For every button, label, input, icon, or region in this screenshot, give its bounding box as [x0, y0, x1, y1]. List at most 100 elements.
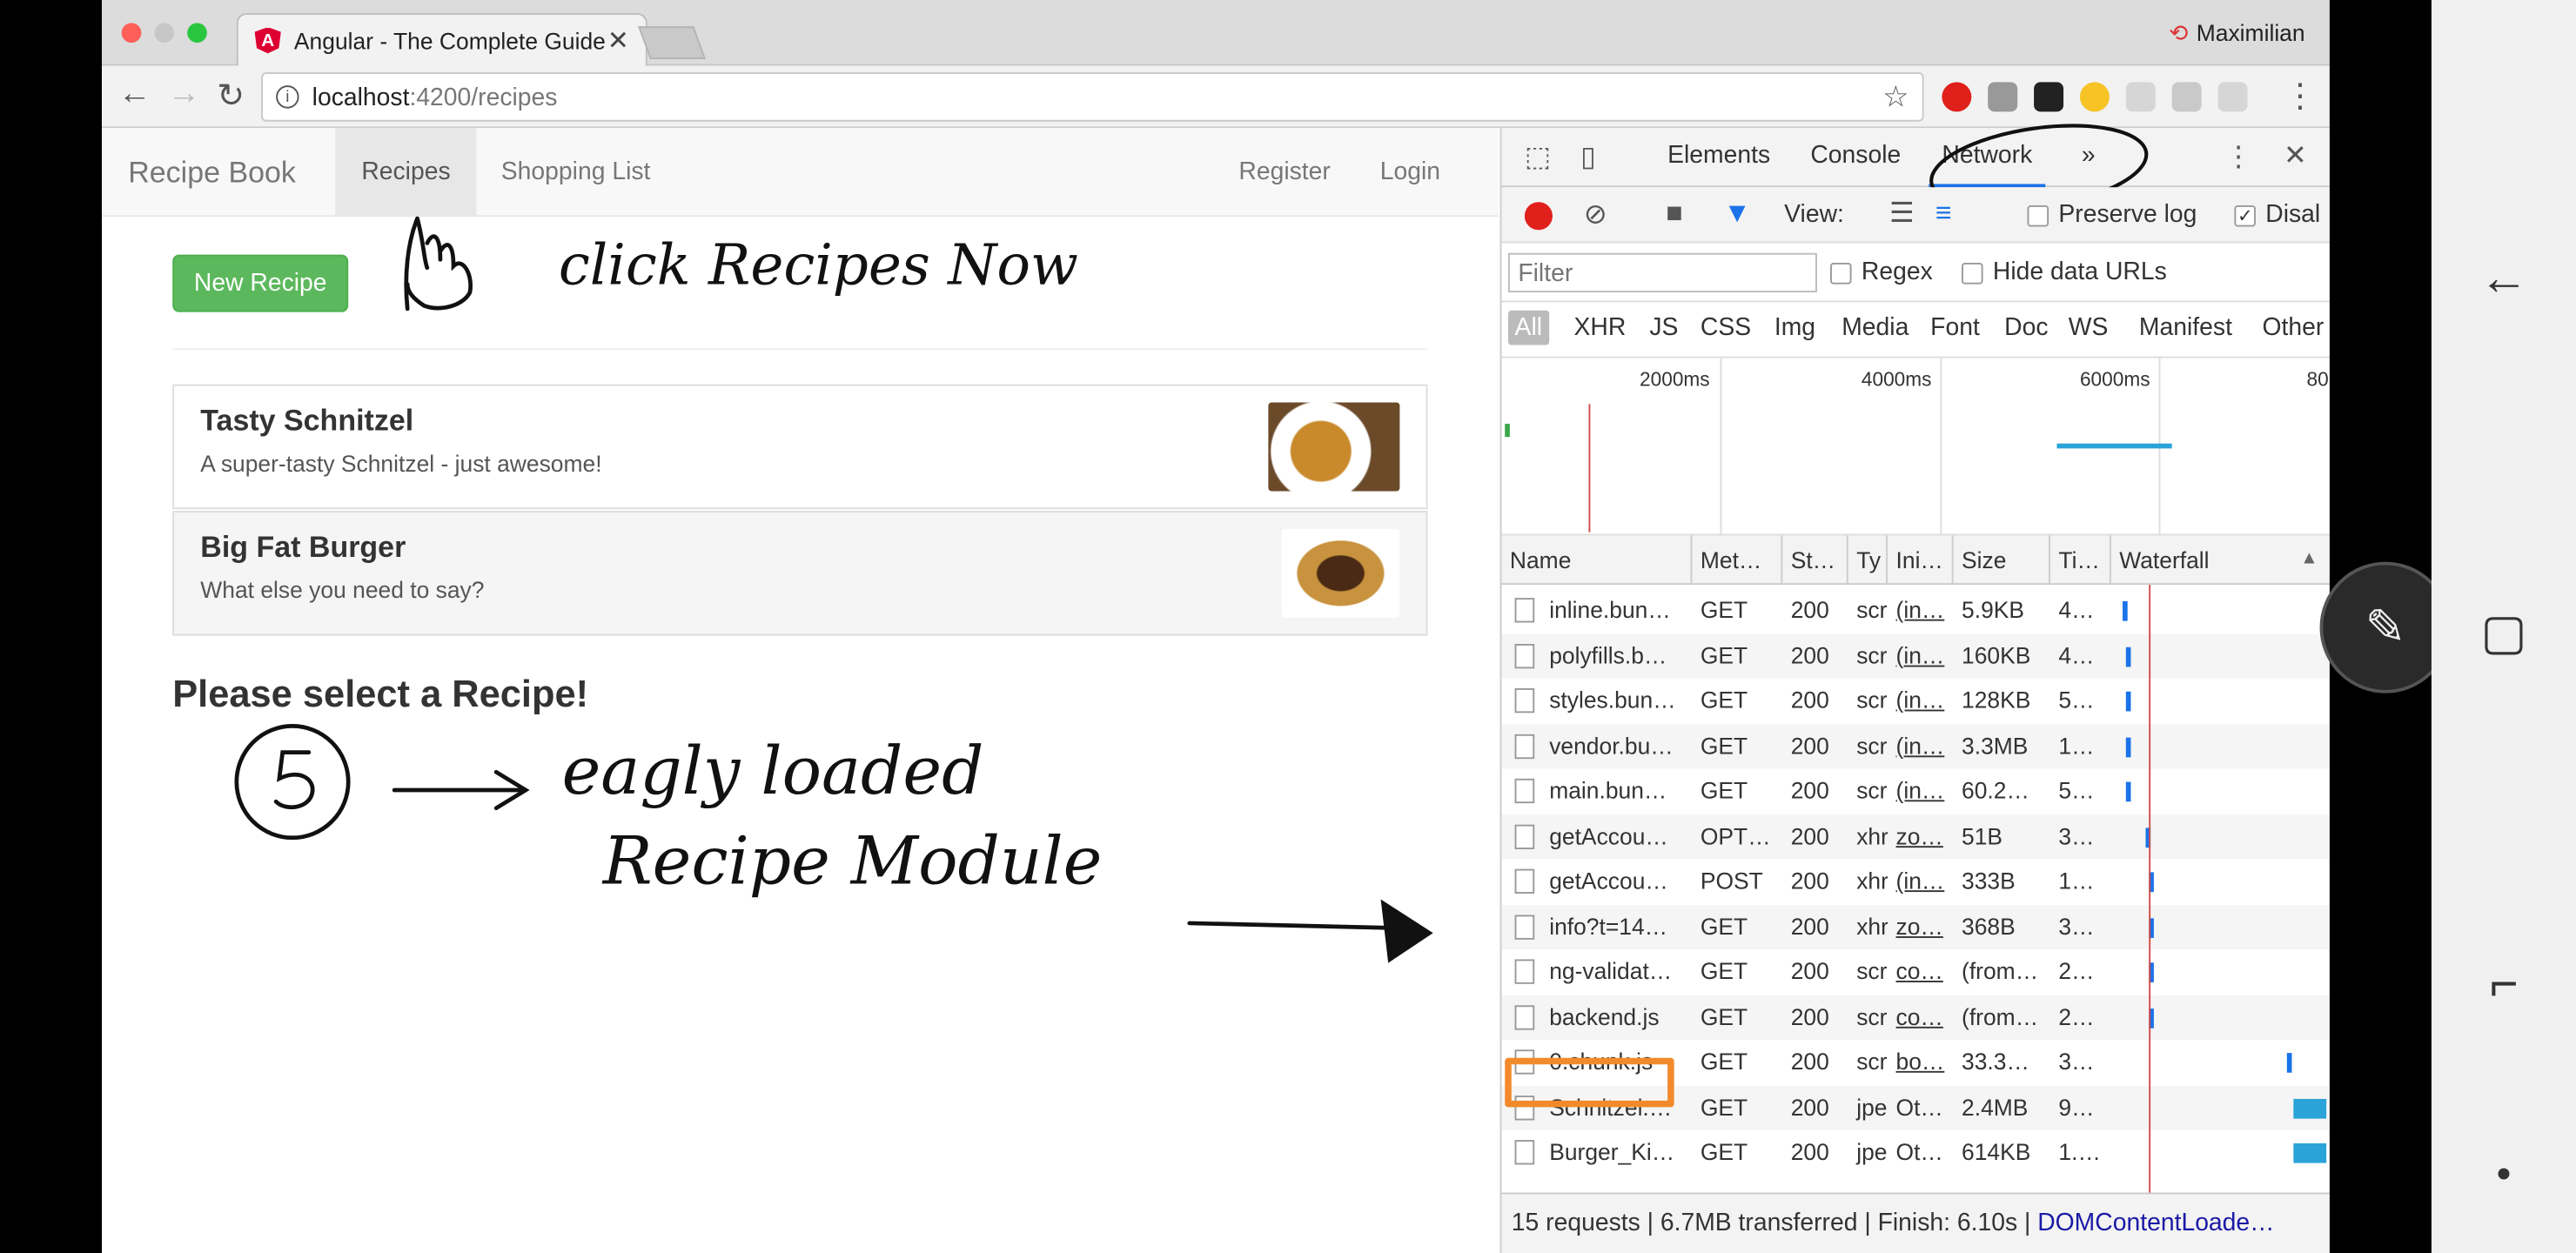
type-all[interactable]: All	[1508, 310, 1549, 345]
column-type[interactable]: Ty	[1848, 535, 1888, 586]
type-img[interactable]: Img	[1774, 314, 1815, 342]
type-xhr[interactable]: XHR	[1574, 314, 1627, 342]
type-manifest[interactable]: Manifest	[2139, 314, 2232, 342]
type-media[interactable]: Media	[1841, 314, 1909, 342]
jb-extension-icon[interactable]	[2034, 82, 2064, 112]
cell-status: 200	[1790, 912, 1829, 939]
devtools-menu-icon[interactable]: ⋮	[2224, 141, 2252, 174]
table-row[interactable]: backend.js GET 200 scr co… (from… 2…	[1501, 995, 2330, 1040]
type-doc[interactable]: Doc	[2004, 314, 2048, 342]
menu-kebab-icon[interactable]: ⋮	[2284, 76, 2317, 117]
inspect-element-icon[interactable]: ⬚	[1525, 141, 1551, 174]
recipe-item[interactable]: Tasty Schnitzel A super-tasty Schnitzel …	[172, 384, 1428, 510]
cell-status: 200	[1790, 776, 1829, 804]
browser-tab[interactable]: A Angular - The Complete Guide ✕	[236, 13, 647, 66]
table-row[interactable]: Burger_Ki… GET 200 jpe Ot… 614KB 1.…	[1501, 1130, 2329, 1176]
type-ws[interactable]: WS	[2069, 314, 2109, 342]
type-css[interactable]: CSS	[1701, 314, 1751, 342]
table-row[interactable]: inline.bun… GET 200 scr (in… 5.9KB 4…	[1501, 588, 2329, 633]
table-row[interactable]: ng-validat… GET 200 scr co… (from… 2…	[1501, 949, 2329, 995]
cell-method: GET	[1700, 1048, 1748, 1075]
reload-icon[interactable]: ↻	[217, 76, 245, 117]
address-bar[interactable]: i localhost:4200/recipes ☆	[261, 72, 1924, 122]
cell-type: xhr	[1856, 867, 1888, 894]
back-nav-icon[interactable]: ←	[2471, 246, 2537, 312]
column-method[interactable]: Met…	[1692, 535, 1783, 586]
moon-extension-icon[interactable]	[2079, 82, 2110, 112]
cell-type: scr	[1856, 957, 1888, 984]
table-row[interactable]: main.bun… GET 200 scr (in… 60.2… 5…	[1501, 768, 2329, 814]
table-row[interactable]: styles.bun… GET 200 scr (in… 128KB 5…	[1501, 679, 2329, 724]
large-rows-icon[interactable]: ☰	[1889, 198, 1915, 231]
regex-checkbox[interactable]: Regex	[1830, 258, 1933, 285]
record-icon[interactable]	[1524, 202, 1553, 231]
table-row[interactable]: getAccou… OPT… 200 xhr zo… 51B 3…	[1501, 814, 2330, 860]
recents-nav-icon[interactable]: ▢	[2471, 600, 2537, 666]
close-window-button[interactable]	[121, 23, 142, 44]
preserve-log-checkbox[interactable]: Preserve log	[2027, 200, 2197, 228]
recipe-image	[1268, 402, 1400, 492]
cell-status: 200	[1790, 1002, 1829, 1029]
cell-method: GET	[1700, 957, 1748, 984]
filter-input[interactable]	[1508, 252, 1817, 293]
opera-extension-icon[interactable]	[1942, 82, 1972, 112]
type-other[interactable]: Other	[2263, 314, 2324, 342]
close-devtools-icon[interactable]: ✕	[2284, 139, 2307, 172]
column-status[interactable]: St…	[1782, 535, 1848, 586]
cell-time: 1…	[2058, 732, 2095, 759]
file-icon	[1514, 914, 1535, 939]
type-js[interactable]: JS	[1649, 314, 1678, 342]
tab-console[interactable]: Console	[1797, 128, 1914, 187]
cell-name: main.bun…	[1549, 776, 1667, 804]
device-toolbar-icon[interactable]: ▯	[1580, 141, 1596, 174]
type-font[interactable]: Font	[1930, 314, 1980, 342]
table-row[interactable]: info?t=14… GET 200 xhr zo… 368B 3…	[1501, 904, 2330, 950]
screenshot-camera-icon[interactable]: ■	[1666, 198, 1682, 231]
close-tab-icon[interactable]: ✕	[607, 23, 629, 57]
clear-icon[interactable]: ⊘	[1584, 198, 1607, 231]
minimize-window-button[interactable]	[154, 23, 175, 44]
waterfall-bar	[2125, 691, 2131, 712]
recipe-item[interactable]: Big Fat Burger What else you need to say…	[172, 511, 1428, 636]
nav-login[interactable]: Login	[1354, 128, 1467, 217]
grid-extension-icon[interactable]	[2125, 82, 2156, 112]
select-recipe-prompt: Please select a Recipe!	[172, 672, 589, 715]
forward-icon[interactable]: →	[168, 76, 201, 113]
nav-recipes[interactable]: Recipes	[335, 128, 477, 218]
table-row[interactable]: vendor.bu… GET 200 scr (in… 3.3MB 1…	[1501, 723, 2330, 769]
vue-extension-icon[interactable]	[2171, 82, 2202, 112]
back-icon[interactable]: ←	[118, 76, 151, 113]
maximize-window-button[interactable]	[187, 23, 207, 44]
tab-elements[interactable]: Elements	[1654, 128, 1783, 187]
table-row[interactable]: getAccou… POST 200 xhr (in… 333B 1…	[1501, 859, 2329, 904]
column-waterfall[interactable]: Waterfall	[2111, 535, 2330, 585]
disable-cache-checkbox[interactable]: ✓ Disal	[2234, 200, 2320, 228]
cell-type: scr	[1856, 641, 1888, 668]
hide-data-urls-checkbox[interactable]: Hide data URLs	[1962, 258, 2167, 285]
extension-icon[interactable]	[1988, 82, 2018, 112]
home-nav-icon[interactable]: ⌐	[2471, 953, 2537, 1019]
info-icon[interactable]: i	[276, 85, 299, 109]
timeline-tick: 6000ms	[2079, 367, 2150, 392]
cell-time: 1.…	[2058, 1138, 2101, 1165]
profile-button[interactable]: ⟲ Maximilian	[2169, 20, 2313, 48]
cell-method: GET	[1700, 596, 1748, 623]
waterfall-view-icon[interactable]: ≡	[1935, 198, 1952, 231]
column-name[interactable]: Name	[1501, 535, 1693, 586]
dot-nav-icon[interactable]: ●	[2471, 1142, 2537, 1208]
table-row[interactable]: polyfills.b… GET 200 scr (in… 160KB 4…	[1501, 633, 2330, 679]
cast-extension-icon[interactable]	[2217, 82, 2248, 112]
column-size[interactable]: Size	[1954, 535, 2050, 586]
timeline-tick: 2000ms	[1640, 367, 1710, 392]
brand-link[interactable]: Recipe Book	[128, 156, 296, 191]
new-recipe-button[interactable]: New Recipe	[172, 254, 349, 312]
nav-shopping-list[interactable]: Shopping List	[475, 128, 677, 217]
new-tab-button[interactable]	[638, 26, 707, 59]
cell-name: inline.bun…	[1549, 596, 1671, 623]
filter-funnel-icon[interactable]: ▼	[1723, 198, 1751, 231]
nav-register[interactable]: Register	[1212, 128, 1357, 217]
column-time[interactable]: Ti…	[2050, 535, 2111, 586]
cell-initiator: (in…	[1895, 641, 1945, 668]
bookmark-star-icon[interactable]: ☆	[1882, 80, 1909, 115]
column-initiator[interactable]: Ini…	[1888, 535, 1954, 586]
